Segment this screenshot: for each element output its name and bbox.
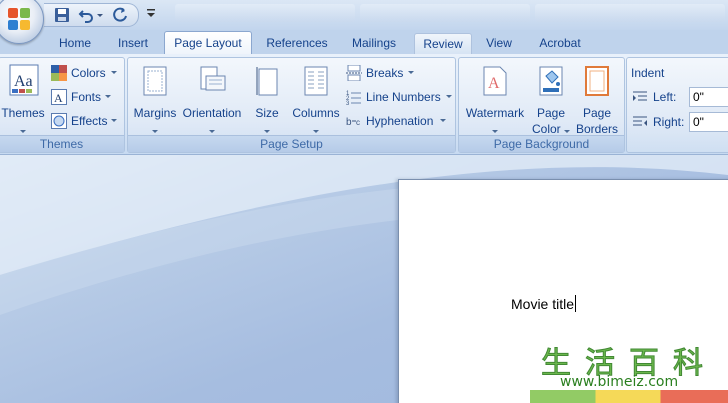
colors-label: Colors	[71, 66, 106, 80]
page-background-group-label: Page Background	[459, 135, 624, 152]
window-tab	[360, 4, 530, 22]
document-text-content: Movie title	[511, 296, 575, 312]
columns-button[interactable]: Columns	[290, 62, 342, 134]
ribbon-tabs: Home Insert Page Layout References Maili…	[0, 30, 728, 55]
chevron-down-icon	[105, 95, 111, 98]
tab-review[interactable]: Review	[414, 33, 472, 55]
columns-icon	[304, 66, 328, 96]
size-label: Size	[255, 106, 279, 120]
breaks-icon	[346, 65, 362, 81]
svg-text:c: c	[356, 118, 360, 127]
page-borders-icon	[585, 66, 609, 96]
columns-label: Columns	[292, 106, 340, 120]
page-borders-button[interactable]: Page Borders	[573, 62, 621, 136]
chevron-down-icon	[209, 130, 215, 133]
chevron-down-icon	[20, 130, 26, 133]
themes-label: Themes	[1, 106, 45, 120]
chevron-down-icon	[492, 130, 498, 133]
themes-button[interactable]: Aa Themes	[1, 62, 45, 134]
text-caret	[575, 295, 577, 312]
document-text[interactable]: Movie title	[511, 295, 577, 312]
chevron-down-icon	[111, 119, 117, 122]
page-color-button[interactable]: Page Color	[529, 62, 573, 136]
tab-view[interactable]: View	[478, 33, 520, 54]
themes-group: Aa Themes Colors A Fonts Effects Themes	[0, 57, 125, 153]
paragraph-group: Indent Left: 0" Right: 0"	[626, 57, 728, 153]
indent-right-row: Right: 0"	[633, 112, 728, 132]
chevron-down-icon	[313, 130, 319, 133]
page-setup-group: Margins Orientation Size Columns Breaks …	[127, 57, 456, 153]
indent-right-input[interactable]: 0"	[689, 112, 728, 132]
watermark-url: www.bimeiz.com	[560, 374, 679, 390]
line-numbers-icon: 123	[346, 91, 361, 105]
fonts-label: Fonts	[71, 90, 102, 104]
indent-heading: Indent	[631, 66, 665, 80]
page-background-group: A Watermark Page Color Page Borders Page…	[458, 57, 625, 153]
orientation-button[interactable]: Orientation	[180, 62, 244, 134]
chevron-down-icon	[564, 130, 571, 133]
hyphenation-icon: b c	[346, 117, 360, 128]
tab-insert[interactable]: Insert	[108, 33, 158, 54]
orientation-label: Orientation	[182, 106, 242, 120]
chevron-down-icon	[264, 130, 270, 133]
colors-icon	[51, 65, 67, 81]
watermark-button[interactable]: A Watermark	[461, 62, 529, 134]
size-icon	[256, 67, 278, 96]
themes-icon: Aa	[9, 64, 39, 96]
indent-right-label: Right:	[653, 115, 685, 129]
indent-left-input[interactable]: 0"	[689, 87, 728, 107]
indent-left-row: Left: 0"	[633, 87, 728, 107]
chevron-down-icon	[408, 71, 414, 74]
margins-button[interactable]: Margins	[132, 62, 178, 134]
redo-icon[interactable]	[112, 7, 128, 23]
chevron-down-icon	[111, 71, 117, 74]
tab-home[interactable]: Home	[52, 33, 98, 54]
window-tab	[535, 4, 725, 22]
breaks-label: Breaks	[366, 66, 404, 80]
tab-mailings[interactable]: Mailings	[342, 33, 406, 54]
chevron-down-icon	[446, 95, 452, 98]
effects-icon	[51, 113, 67, 129]
size-button[interactable]: Size	[248, 62, 286, 134]
page-color-icon	[539, 66, 563, 96]
undo-icon[interactable]	[78, 7, 94, 23]
save-icon[interactable]	[54, 7, 70, 23]
indent-left-label: Left:	[653, 90, 677, 104]
chevron-down-icon	[440, 119, 446, 122]
fonts-icon: A	[51, 89, 67, 105]
watermark-stripe	[530, 390, 728, 403]
svg-text:3: 3	[346, 101, 350, 105]
tab-acrobat[interactable]: Acrobat	[530, 33, 590, 54]
margins-icon	[143, 66, 167, 96]
quick-access-toolbar	[44, 3, 139, 27]
title-bar	[0, 0, 728, 44]
office-logo-icon	[8, 8, 30, 30]
svg-text:A: A	[488, 75, 500, 92]
chevron-down-icon	[152, 130, 158, 133]
themes-group-label: Themes	[0, 135, 124, 152]
page-color-label-1: Page	[536, 106, 566, 120]
svg-text:Aa: Aa	[14, 73, 33, 90]
page-borders-label-1: Page	[582, 106, 612, 120]
watermark-label: Watermark	[465, 106, 525, 120]
tab-references[interactable]: References	[258, 33, 336, 54]
page-setup-group-label: Page Setup	[128, 135, 455, 152]
indent-left-icon	[633, 91, 647, 101]
svg-text:b: b	[346, 117, 352, 128]
watermark-icon: A	[483, 66, 507, 96]
page-color-label-2: Color	[531, 122, 561, 136]
customize-qat-icon[interactable]	[146, 6, 156, 20]
svg-text:A: A	[54, 91, 63, 105]
orientation-icon	[200, 66, 226, 91]
tab-page-layout[interactable]: Page Layout	[164, 31, 252, 55]
line-numbers-label: Line Numbers	[366, 90, 441, 104]
hyphenation-label: Hyphenation	[366, 114, 434, 128]
site-watermark: 生活百科 www.bimeiz.com	[530, 338, 728, 403]
margins-label: Margins	[133, 106, 177, 120]
undo-dropdown-icon[interactable]	[96, 7, 104, 23]
ribbon: Aa Themes Colors A Fonts Effects Themes …	[0, 54, 728, 155]
window-tab	[175, 4, 355, 22]
indent-right-icon	[633, 116, 647, 126]
effects-label: Effects	[71, 114, 108, 128]
